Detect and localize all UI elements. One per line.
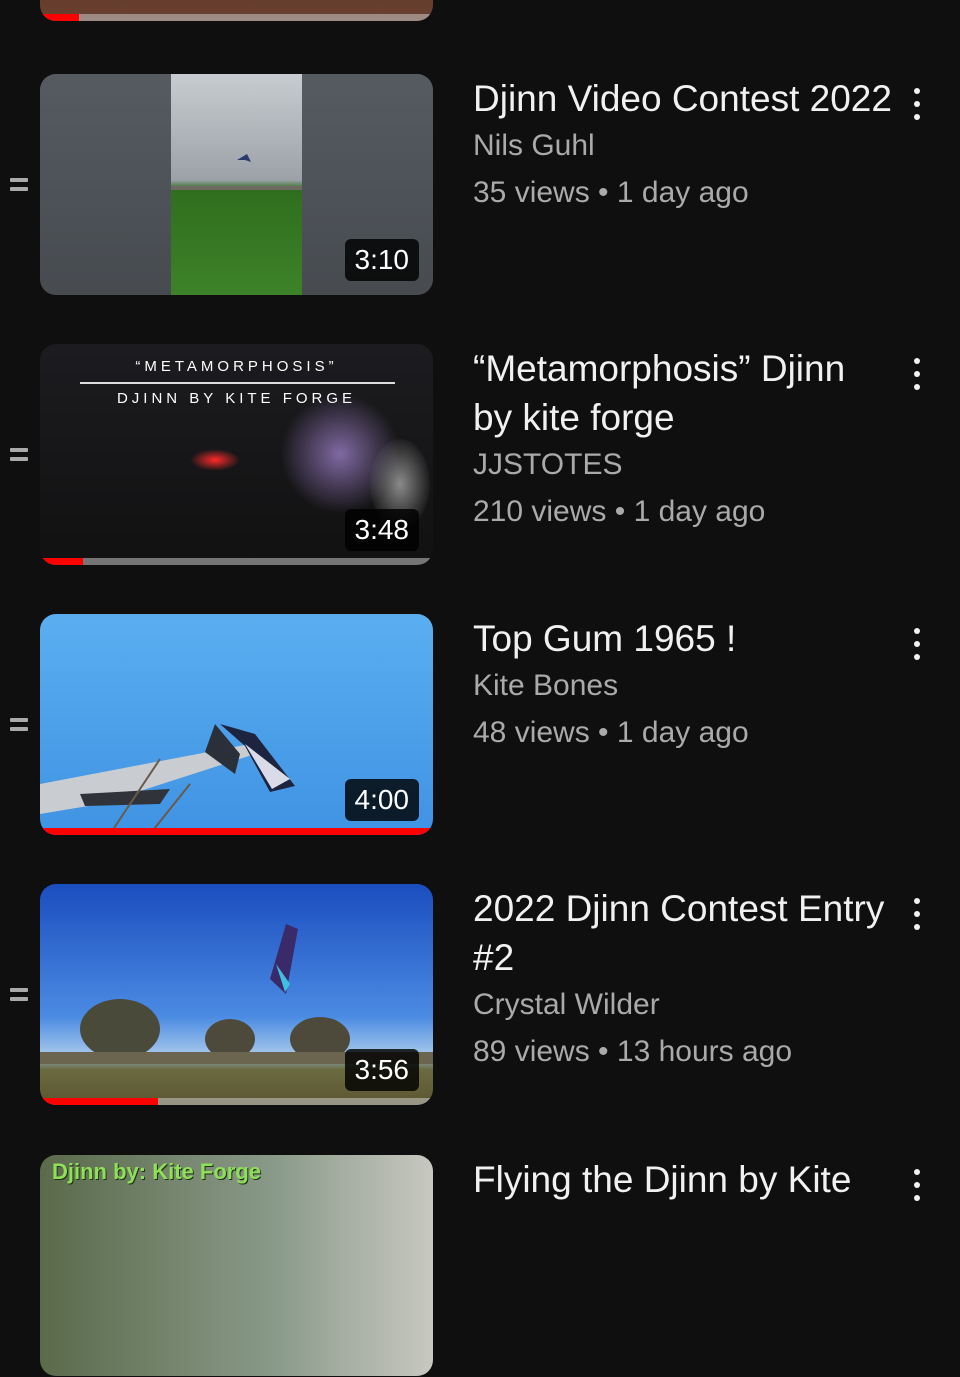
watch-progress-bar	[40, 1098, 158, 1105]
more-vertical-icon[interactable]	[904, 1169, 930, 1209]
video-thumbnail[interactable]: Djinn by: Kite Forge	[40, 1155, 433, 1376]
duration-badge: 3:56	[344, 1049, 419, 1091]
more-vertical-icon[interactable]	[904, 898, 930, 938]
playlist-item[interactable]: 3:10 Djinn Video Contest 2022 Nils Guhl …	[0, 74, 960, 296]
video-title[interactable]: Flying the Djinn by Kite	[473, 1155, 893, 1204]
video-stats: 89 views • 13 hours ago	[473, 1035, 793, 1068]
thumbnail-divider	[80, 382, 395, 384]
drag-handle-icon[interactable]	[10, 988, 28, 1006]
playlist-item[interactable]: 4:00 Top Gum 1965 ! Kite Bones 48 views …	[0, 614, 960, 836]
video-stats: 48 views • 1 day ago	[473, 716, 749, 749]
channel-name[interactable]: JJSTOTES	[473, 442, 893, 488]
video-thumbnail[interactable]: “METAMORPHOSIS” DJINN BY KITE FORGE 3:48	[40, 344, 433, 565]
video-title[interactable]: Top Gum 1965 !	[473, 614, 893, 663]
more-vertical-icon[interactable]	[904, 628, 930, 668]
video-stats: 35 views • 1 day ago	[473, 176, 749, 209]
more-vertical-icon[interactable]	[904, 358, 930, 398]
channel-name[interactable]: Nils Guhl	[473, 123, 893, 169]
playlist-item[interactable]: Djinn by: Kite Forge Flying the Djinn by…	[0, 1155, 960, 1377]
drag-handle-icon[interactable]	[10, 448, 28, 466]
video-thumbnail[interactable]: 3:56	[40, 884, 433, 1105]
thumbnail-caption-top: “METAMORPHOSIS”	[135, 358, 338, 375]
thumbnail-caption: Djinn by: Kite Forge	[52, 1159, 261, 1184]
video-thumbnail[interactable]: 4:00	[40, 614, 433, 835]
progress-track	[40, 558, 433, 565]
video-thumbnail[interactable]	[40, 0, 433, 21]
playlist-item[interactable]: “METAMORPHOSIS” DJINN BY KITE FORGE 3:48…	[0, 344, 960, 566]
channel-name[interactable]: Crystal Wilder	[473, 982, 893, 1028]
watch-progress-bar	[40, 828, 433, 835]
duration-badge: 3:10	[344, 239, 419, 281]
kite-icon	[171, 154, 302, 190]
channel-name[interactable]: Kite Bones	[473, 663, 893, 709]
playlist-item[interactable]: 3:56 2022 Djinn Contest Entry #2 Crystal…	[0, 884, 960, 1106]
progress-track	[40, 14, 433, 21]
duration-badge: 4:00	[344, 779, 419, 821]
video-title[interactable]: 2022 Djinn Contest Entry #2	[473, 884, 893, 982]
video-thumbnail[interactable]: 3:10	[40, 74, 433, 295]
watch-progress-bar	[40, 558, 84, 565]
drag-handle-icon[interactable]	[10, 718, 28, 736]
drag-handle-icon[interactable]	[10, 178, 28, 196]
red-light	[190, 449, 240, 471]
more-vertical-icon[interactable]	[904, 88, 930, 128]
video-title[interactable]: “Metamorphosis” Djinn by kite forge	[473, 344, 893, 442]
video-stats: 210 views • 1 day ago	[473, 495, 766, 528]
thumbnail-image	[171, 74, 302, 295]
watch-progress-bar	[40, 14, 80, 21]
video-title[interactable]: Djinn Video Contest 2022	[473, 74, 893, 123]
duration-badge: 3:48	[344, 509, 419, 551]
playlist-item[interactable]	[0, 0, 960, 22]
